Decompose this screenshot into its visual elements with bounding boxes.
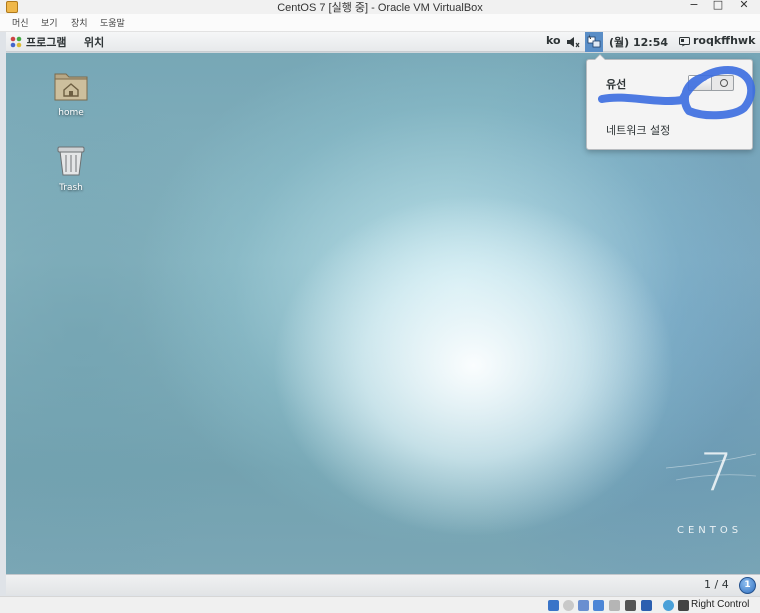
menu-view[interactable]: 보기 xyxy=(41,16,58,29)
input-method-indicator[interactable]: ko xyxy=(546,34,561,47)
network-indicator[interactable] xyxy=(585,32,603,52)
vbox-menubar: 머신 보기 장치 도움말 xyxy=(0,14,760,32)
usb-status-icon[interactable] xyxy=(578,600,589,611)
window-titlebar: CentOS 7 [실행 중] - Oracle VM VirtualBox −… xyxy=(0,0,760,14)
close-button[interactable]: ✕ xyxy=(734,0,754,11)
network-popover-menu: 유선 네트워크 설정 xyxy=(586,54,753,150)
host-key-icon[interactable] xyxy=(678,600,689,611)
desktop-icon-trash[interactable]: Trash xyxy=(41,143,101,193)
toggle-off-mark xyxy=(720,79,728,87)
home-folder-icon xyxy=(54,73,88,101)
applications-icon xyxy=(10,36,22,48)
window-title: CentOS 7 [실행 중] - Oracle VM VirtualBox xyxy=(277,2,483,14)
workspace-indicator[interactable]: 1 / 4 xyxy=(704,578,729,591)
places-menu[interactable]: 위치 xyxy=(84,34,104,50)
menu-help[interactable]: 도움말 xyxy=(100,16,125,29)
toggle-knob xyxy=(689,76,712,90)
volume-muted-icon[interactable] xyxy=(566,36,580,48)
maximize-button[interactable]: □ xyxy=(708,0,728,11)
workspace-info-icon[interactable]: 1 xyxy=(739,577,756,594)
desktop-icon-home[interactable]: home xyxy=(41,68,101,118)
hard-disk-status-icon[interactable] xyxy=(548,600,559,611)
menu-machine[interactable]: 머신 xyxy=(12,16,29,29)
applications-menu[interactable]: 프로그램 xyxy=(26,34,66,50)
vbox-statusbar: Right Control xyxy=(0,596,760,613)
wired-connection-label: 유선 xyxy=(606,78,627,91)
wired-connection-toggle[interactable] xyxy=(688,75,734,91)
centos-logo-word: CENTOS xyxy=(677,525,743,536)
minimize-button[interactable]: − xyxy=(684,0,704,11)
gnome-bottom-panel: 1 / 4 1 xyxy=(6,574,760,595)
shared-folders-status-icon[interactable] xyxy=(593,600,604,611)
mouse-integration-status-icon[interactable] xyxy=(663,600,674,611)
centos-logo-numeral: 7 xyxy=(700,443,733,503)
user-icon xyxy=(679,37,690,47)
menu-devices[interactable]: 장치 xyxy=(71,16,88,29)
display-status-icon[interactable] xyxy=(609,600,620,611)
desktop-icon-label: home xyxy=(58,108,84,118)
desktop-icon-label: Trash xyxy=(59,183,83,193)
clock[interactable]: (월) 12:54 xyxy=(609,34,668,50)
optical-drive-status-icon[interactable] xyxy=(563,600,574,611)
centos-logo-icon: 7 xyxy=(666,443,756,503)
user-menu[interactable]: roqkffhwk xyxy=(693,34,755,47)
trash-icon xyxy=(57,146,85,176)
video-capture-status-icon[interactable] xyxy=(625,600,636,611)
guest-display[interactable]: 프로그램 위치 ko (월) 12:54 roqkffhwk home Tras… xyxy=(6,32,760,595)
vt-status-icon[interactable] xyxy=(641,600,652,611)
host-key-label: Right Control xyxy=(691,599,750,610)
network-wired-icon xyxy=(587,34,601,48)
gnome-top-panel: 프로그램 위치 ko (월) 12:54 roqkffhwk xyxy=(6,32,760,52)
network-settings-menu-item[interactable]: 네트워크 설정 xyxy=(606,122,670,138)
